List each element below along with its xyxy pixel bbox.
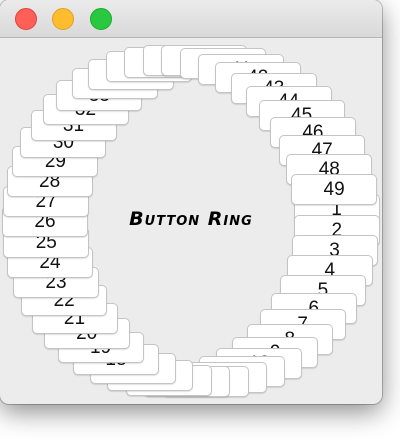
ring-button-49[interactable]: 49 <box>291 173 378 205</box>
zoom-button[interactable] <box>90 8 112 30</box>
window-content: 1234567891011121314151617181920212223242… <box>0 38 382 404</box>
minimize-button[interactable] <box>52 8 74 30</box>
ring-title: Button Ring <box>129 208 253 230</box>
close-button[interactable] <box>15 8 37 30</box>
app-window: 1234567891011121314151617181920212223242… <box>0 0 382 404</box>
title-bar[interactable] <box>0 0 382 38</box>
